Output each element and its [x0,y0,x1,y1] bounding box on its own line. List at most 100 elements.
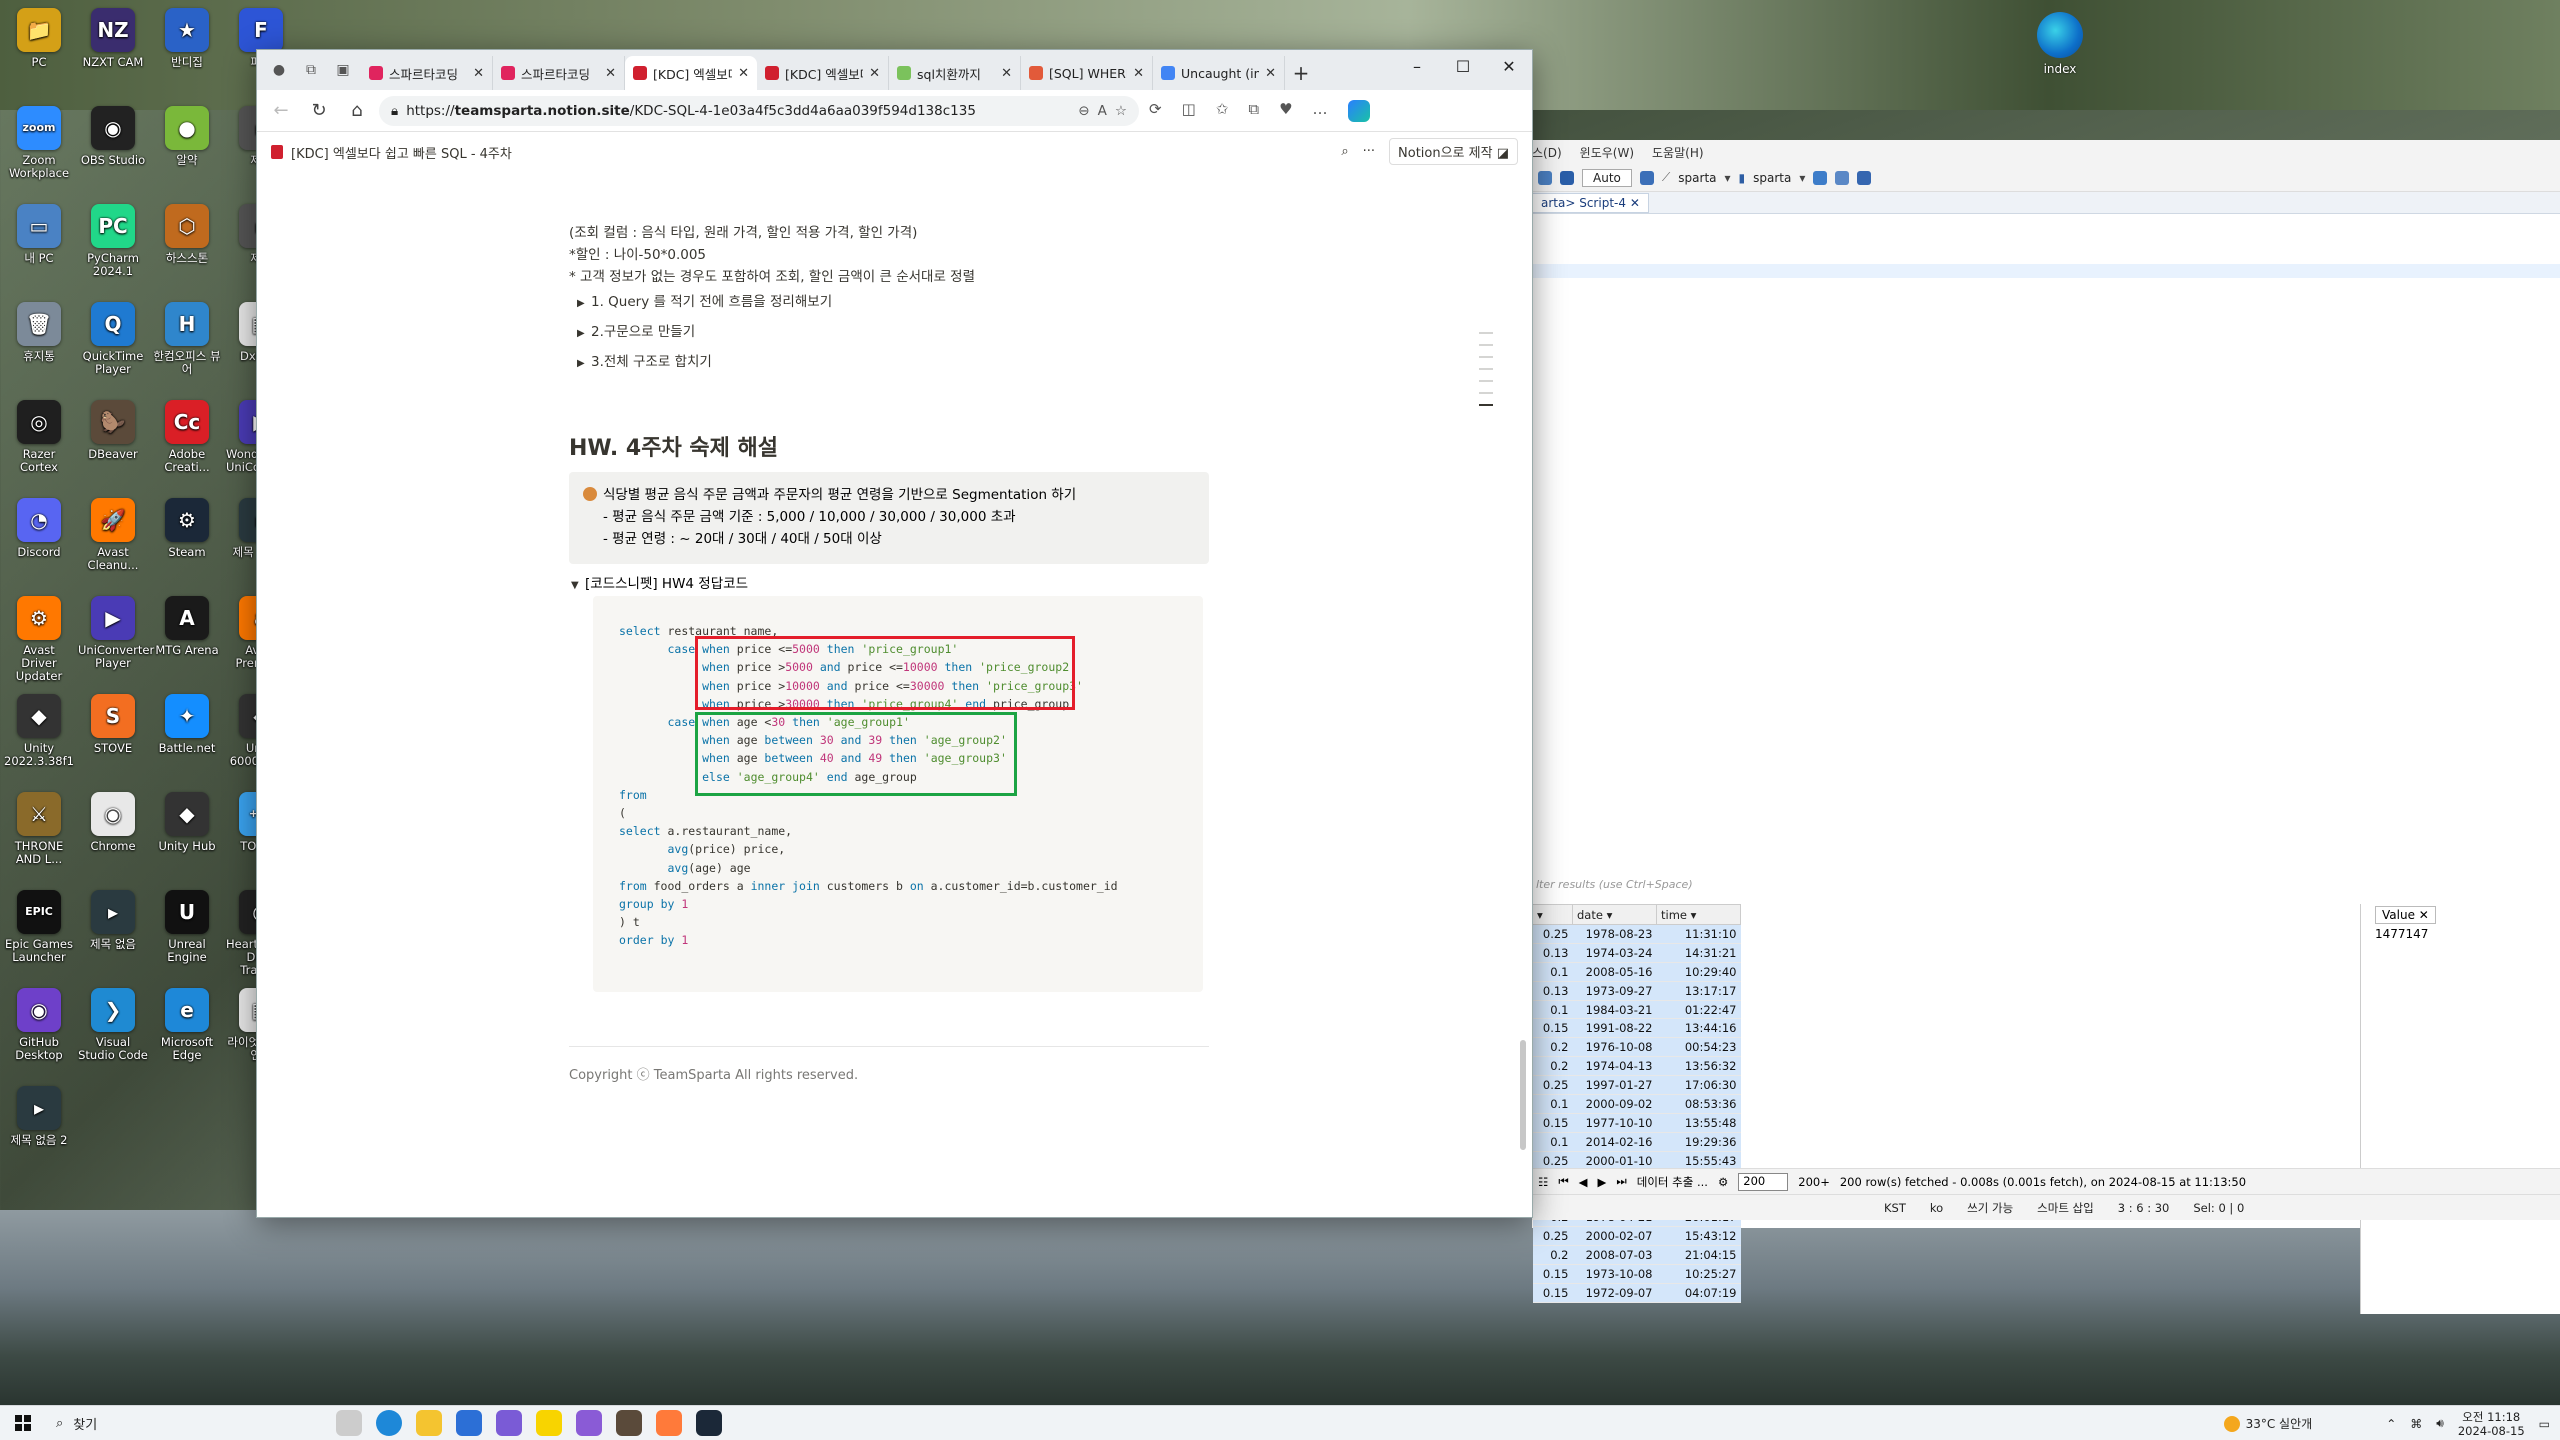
table-cell[interactable]: 0.2 [1532,1056,1573,1077]
desktop-icon-index[interactable]: index [2030,12,2090,76]
desktop-icon[interactable]: ◎ Razer Cortex [4,400,74,474]
table-row[interactable]: 0.1 2000-09-02 08:53:36 [1532,1094,1741,1114]
cloud-icon[interactable] [1813,170,1828,185]
table-cell[interactable]: 0.25 [1532,924,1573,944]
desktop-icon[interactable]: PC PyCharm 2024.1 [78,204,148,278]
volume-icon[interactable]: 🔊︎ [2436,1416,2444,1431]
browser-tab[interactable]: [SQL] WHERE ✕ [1021,56,1153,90]
table-cell[interactable]: 1974-03-24 [1572,943,1657,963]
desktop-icon[interactable]: H 한컴오피스 뷰어 [152,302,222,376]
table-row[interactable]: 0.1 1984-03-21 01:22:47 [1532,1000,1741,1020]
table-row[interactable]: 0.25 1997-01-27 17:06:30 [1532,1075,1741,1096]
zoom-icon[interactable]: ⊖ [1078,103,1089,119]
desktop-icon[interactable]: ★ 반디집 [152,8,222,69]
weather-widget[interactable]: 33°C 실안개 [2223,1415,2312,1432]
printer-icon[interactable] [1835,170,1850,185]
desktop-icon[interactable]: ◉ OBS Studio [78,106,148,167]
desktop-icon[interactable]: ▸ 제목 없음 2 [4,1086,74,1147]
desktop-icon[interactable]: ❯ Visual Studio Code [78,988,148,1062]
table-cell[interactable]: 11:31:10 [1656,924,1741,944]
desktop-icon[interactable]: ◉ GitHub Desktop [4,988,74,1062]
desktop-icon[interactable]: ● 알약 [152,106,222,167]
table-cell[interactable]: 1978-08-23 [1572,924,1657,944]
edge-icon[interactable] [376,1410,402,1436]
desktop-icon[interactable]: Q QuickTime Player [78,302,148,376]
desktop-icon[interactable]: ▶ UniConverter Player [78,596,154,670]
table-cell[interactable]: 1974-04-13 [1572,1056,1657,1077]
desktop-icon[interactable]: zoom Zoom Workplace [4,106,74,180]
split-screen-icon[interactable]: ◫ [1182,100,1196,122]
desktop-icon[interactable]: ▭ 내 PC [4,204,74,265]
close-tab-icon[interactable]: ✕ [1133,66,1144,81]
store-icon[interactable] [456,1410,482,1436]
table-cell[interactable]: 0.15 [1532,1283,1573,1303]
column-header-date[interactable]: date ▾ [1572,904,1657,925]
table-cell[interactable]: 0.15 [1532,1113,1573,1133]
chevron-up-icon[interactable]: ⌃ [2386,1417,2396,1431]
desktop-icon[interactable]: ⬡ 하스스톤 [152,204,222,265]
table-cell[interactable]: 2008-07-03 [1572,1245,1657,1266]
table-cell[interactable]: 1976-10-08 [1572,1037,1657,1058]
value-tab[interactable]: Value ✕ [2375,906,2436,924]
discord-icon[interactable] [576,1410,602,1436]
table-cell[interactable]: 15:43:12 [1656,1226,1741,1247]
table-cell[interactable]: 0.13 [1532,943,1573,963]
desktop-icon[interactable]: 🗑 휴지통 [4,302,74,363]
table-cell[interactable]: 2000-02-07 [1572,1226,1657,1247]
table-cell[interactable]: 04:07:19 [1656,1283,1741,1303]
maximize-button[interactable]: ☐ [1440,50,1486,82]
tab-script[interactable]: arta> Script-4 ✕ [1532,192,1649,213]
table-cell[interactable]: 0.1 [1532,1000,1573,1020]
read-aloud-icon[interactable]: A [1098,103,1107,119]
table-of-contents[interactable] [1479,332,1497,416]
close-tab-icon[interactable]: ✕ [1001,66,1012,81]
toggle-block[interactable]: ▶ 3.전체 구조로 합치기 [569,348,1209,378]
copilot-icon[interactable] [1347,99,1370,122]
desktop-icon[interactable]: ✦ Battle.net [152,694,222,755]
table-cell[interactable]: 14:31:21 [1656,943,1741,963]
table-cell[interactable]: 13:55:48 [1656,1113,1741,1133]
browser-tab[interactable]: 스파르타코딩 ✕ [361,56,493,90]
close-tab-icon[interactable]: ✕ [473,66,484,81]
collections-icon[interactable]: ⧉ [1248,100,1259,122]
table-cell[interactable]: 1973-09-27 [1572,981,1657,1001]
desktop-icon[interactable]: EPIC Epic Games Launcher [4,890,74,964]
table-row[interactable]: 0.15 1973-10-08 10:25:27 [1532,1264,1741,1284]
desktop-icon[interactable]: 🚀 Avast Cleanu... [78,498,148,572]
table-cell[interactable]: 1972-09-07 [1572,1283,1657,1303]
desktop-icon[interactable]: e Microsoft Edge [152,988,222,1062]
table-cell[interactable]: 01:22:47 [1656,1000,1741,1020]
steam-icon[interactable] [696,1410,722,1436]
export-button[interactable]: 데이터 추출 ... [1637,1174,1708,1190]
desktop-icon[interactable]: ◆ Unity Hub [152,792,222,853]
network-icon[interactable]: ⌘ [2410,1417,2422,1431]
toggle-block[interactable]: ▶ 1. Query 를 적기 전에 흐름을 정리해보기 [569,288,1209,318]
first-page-icon[interactable]: ⏮ [1558,1174,1568,1189]
desktop-icon[interactable]: ◉ Chrome [78,792,148,853]
table-cell[interactable]: 13:44:16 [1656,1018,1741,1039]
table-cell[interactable]: 1977-10-10 [1572,1113,1657,1133]
desktop-icon[interactable]: ⚔ THRONE AND L... [4,792,74,866]
table-cell[interactable]: 00:54:23 [1656,1037,1741,1058]
toggle-block[interactable]: ▶ 2.구문으로 만들기 [569,318,1209,348]
favorite-star-icon[interactable]: ☆ [1115,103,1127,119]
table-cell[interactable]: 1991-08-22 [1572,1018,1657,1039]
desktop-icon[interactable]: ⚙ Steam [152,498,222,559]
desktop-icon[interactable]: ◔ Discord [4,498,74,559]
table-cell[interactable]: 10:25:27 [1656,1264,1741,1284]
table-cell[interactable]: 17:06:30 [1656,1075,1741,1096]
table-cell[interactable]: 0.1 [1532,1094,1573,1114]
table-cell[interactable]: 10:29:40 [1656,962,1741,982]
column-header[interactable]: ▾ [1532,904,1573,925]
last-page-icon[interactable]: ⏭ [1616,1174,1626,1189]
more-menu-icon[interactable]: … [1313,100,1328,122]
lock-icon[interactable] [1560,170,1574,185]
browser-tab[interactable]: 스파르타코딩 ✕ [493,56,625,90]
history-icon[interactable] [1639,170,1654,185]
fetch-size-input[interactable]: 200 [1738,1172,1789,1191]
desktop-icon[interactable]: ▸ 제목 없음 [78,890,148,951]
close-window-button[interactable]: ✕ [1486,50,1532,82]
search-icon[interactable] [1857,170,1872,185]
fetch-more-button[interactable]: 200+ [1798,1175,1830,1189]
minimize-button[interactable]: – [1394,50,1440,82]
